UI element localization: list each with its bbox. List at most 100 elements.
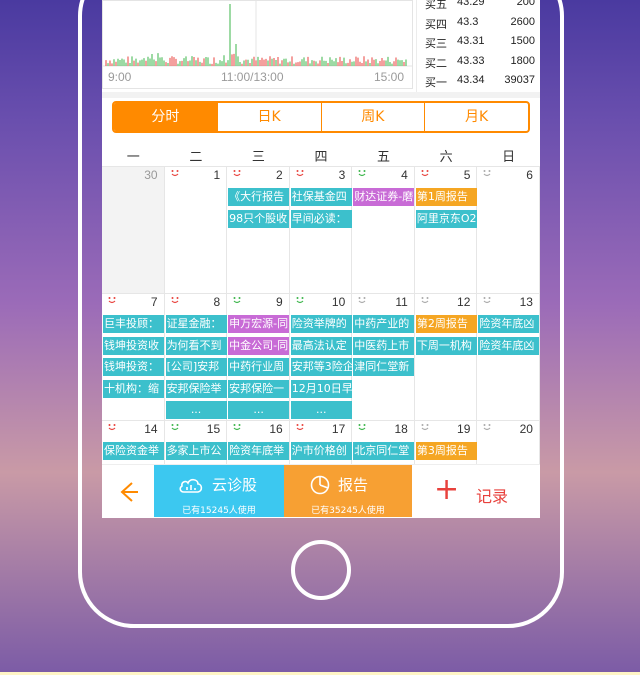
more-events-link[interactable]: ... xyxy=(165,401,227,419)
app-screen: 9:00 11:00/13:00 15:00 买五 43.29 200 买四 43.3 2… xyxy=(102,0,540,518)
order-book-row: 买四 43.3 2600 xyxy=(425,16,539,35)
calendar-event[interactable]: 多家上市公 xyxy=(165,442,227,460)
x-tick-open: 9:00 xyxy=(108,70,132,84)
order-volume: 39037 xyxy=(504,74,535,86)
calendar-day-cell[interactable]: 1 xyxy=(165,167,228,294)
calendar-event[interactable]: 险资举牌的 xyxy=(290,315,352,333)
order-book: 买五 43.29 200 买四 43.3 2600 买三 43.31 1500 买二 43.33 18… xyxy=(416,0,540,92)
weekday-label: 六 xyxy=(439,150,453,165)
mood-face-icon xyxy=(357,296,367,304)
x-tick-close: 15:00 xyxy=(374,70,405,84)
mood-face-icon xyxy=(420,423,430,431)
mood-face-icon xyxy=(295,423,305,431)
day-number: 4 xyxy=(401,168,408,182)
calendar-event[interactable]: 证星金融： xyxy=(165,315,227,333)
order-volume: 200 xyxy=(516,0,535,8)
calendar-event[interactable]: 安邦等3险企 xyxy=(290,358,352,376)
calendar-event[interactable]: 《大行报告 xyxy=(228,188,290,206)
order-price: 43.34 xyxy=(457,74,485,86)
calendar-event[interactable]: 巨丰投顾： xyxy=(103,315,164,333)
calendar-event[interactable]: 中药产业的 xyxy=(353,315,415,333)
calendar-day-cell[interactable]: 11 中药产业的 中医药上市 津同仁堂新 xyxy=(352,294,415,421)
weekday-label: 四 xyxy=(314,150,328,165)
order-level-label: 买一 xyxy=(425,77,447,89)
tab-weekly-k[interactable]: 周K xyxy=(322,103,426,131)
tab-intraday[interactable]: 分时 xyxy=(114,103,218,131)
calendar-event[interactable]: 12月10日早 xyxy=(290,379,352,398)
calendar-day-cell[interactable]: 7 巨丰投顾： 钱坤投资收钱坤投资： 十机构：缩 xyxy=(102,294,165,421)
calendar-event[interactable]: 为何看不到 xyxy=(165,336,227,355)
calendar-day-cell[interactable]: 2 《大行报告 98只个股收 xyxy=(227,167,290,294)
calendar-event[interactable]: 钱坤投资收 xyxy=(103,336,164,355)
calendar-event[interactable]: 最高法认定 xyxy=(290,336,352,355)
calendar-day-cell[interactable]: 12 第2周报告 下周一机构 xyxy=(415,294,478,421)
calendar-day-cell[interactable]: 5 第1周报告 阿里京东O2 xyxy=(415,167,478,294)
home-button[interactable] xyxy=(291,540,351,600)
mood-face-icon xyxy=(420,169,430,177)
mood-face-icon xyxy=(420,296,430,304)
day-number: 9 xyxy=(276,295,283,309)
report-button[interactable]: 报告 已有35245人使用 xyxy=(284,465,412,517)
calendar-event[interactable]: 中金公司-同 xyxy=(228,336,290,355)
calendar-event[interactable]: 早间必读： xyxy=(290,209,352,228)
calendar-event[interactable]: 下周一机构 xyxy=(415,336,477,355)
calendar-event[interactable]: 第1周报告 xyxy=(415,188,477,206)
mood-face-icon xyxy=(357,423,367,431)
day-number: 30 xyxy=(144,168,158,182)
calendar-day-cell[interactable]: 3 社保基金四 早间必读： xyxy=(290,167,353,294)
calendar-event[interactable]: 中药行业周 xyxy=(228,358,290,376)
tab-daily-k[interactable]: 日K xyxy=(218,103,322,131)
calendar-event[interactable]: 险资年底凶 xyxy=(478,336,540,355)
calendar-event[interactable]: 中医药上市 xyxy=(353,336,415,355)
order-book-row: 买五 43.29 200 xyxy=(425,0,539,15)
calendar-event[interactable]: 财达证券-磨 xyxy=(353,188,415,206)
mood-face-icon xyxy=(482,296,492,304)
calendar-day-cell[interactable]: 13 险资年底凶 险资年底凶 xyxy=(477,294,540,421)
calendar-day-cell[interactable]: 8 证星金融： 为何看不到 [公司]安邦 安邦保险举... xyxy=(165,294,228,421)
tab-monthly-k[interactable]: 月K xyxy=(425,103,528,131)
more-events-link[interactable]: ... xyxy=(228,401,290,419)
weekday-header: 一二三四五六日 xyxy=(102,146,540,166)
calendar-event[interactable]: 安邦保险举 xyxy=(165,379,227,398)
calendar-day-cell[interactable]: 4 财达证券-磨 xyxy=(352,167,415,294)
calendar-event[interactable]: 申万宏源-同 xyxy=(228,315,290,333)
order-level-label: 买三 xyxy=(425,38,447,50)
calendar-event[interactable]: 安邦保险一 xyxy=(228,379,290,398)
mood-face-icon xyxy=(232,296,242,304)
day-number: 7 xyxy=(150,295,158,309)
calendar-event[interactable]: 98只个股收 xyxy=(228,209,290,228)
back-arrow-icon[interactable] xyxy=(114,479,142,507)
calendar-event[interactable]: 社保基金四 xyxy=(290,188,352,206)
mood-face-icon xyxy=(232,169,242,177)
mood-face-icon xyxy=(107,296,117,304)
cloud-diagnosis-button[interactable]: 云诊股 已有15245人使用 xyxy=(154,465,284,517)
calendar-event[interactable]: [公司]安邦 xyxy=(165,358,227,376)
calendar-day-cell[interactable]: 30 xyxy=(102,167,165,294)
calendar-event[interactable]: 阿里京东O2 xyxy=(415,209,477,228)
calendar-event[interactable]: 第3周报告 xyxy=(415,442,477,460)
calendar-event[interactable]: 险资年底凶 xyxy=(478,315,540,333)
order-level-label: 买二 xyxy=(425,57,447,70)
calendar-day-cell[interactable]: 9 申万宏源-同 中金公司-同 中药行业周安邦保险一... xyxy=(227,294,290,421)
day-number: 6 xyxy=(526,168,533,182)
mood-face-icon xyxy=(357,169,367,177)
calendar-event[interactable]: 十机构：缩 xyxy=(103,379,164,398)
mood-face-icon xyxy=(170,296,180,304)
x-tick-midday: 11:00/13:00 xyxy=(221,70,284,84)
mood-face-icon xyxy=(107,423,117,431)
order-book-row: 买三 43.31 1500 xyxy=(425,35,539,54)
mood-face-icon xyxy=(295,296,305,304)
calendar-event[interactable]: 钱坤投资： xyxy=(103,358,164,376)
day-number: 15 xyxy=(206,422,221,436)
weekday-label: 日 xyxy=(502,150,516,165)
calendar-day-cell[interactable]: 6 xyxy=(477,167,540,294)
more-events-link[interactable]: ... xyxy=(290,401,352,419)
calendar-day-cell[interactable]: 10 险资举牌的 最高法认定 安邦等3险企 12月10日早... xyxy=(290,294,353,421)
calendar-event[interactable]: 保险资金举 xyxy=(103,442,164,460)
calendar-event[interactable]: 北京同仁堂 xyxy=(353,442,415,460)
mood-face-icon xyxy=(232,423,242,431)
calendar-event[interactable]: 第2周报告 xyxy=(415,315,477,333)
calendar-event[interactable]: 险资年底举 xyxy=(228,442,290,460)
calendar-event[interactable]: 津同仁堂新 xyxy=(353,358,415,376)
calendar-event[interactable]: 沪市价格创 xyxy=(290,442,352,460)
